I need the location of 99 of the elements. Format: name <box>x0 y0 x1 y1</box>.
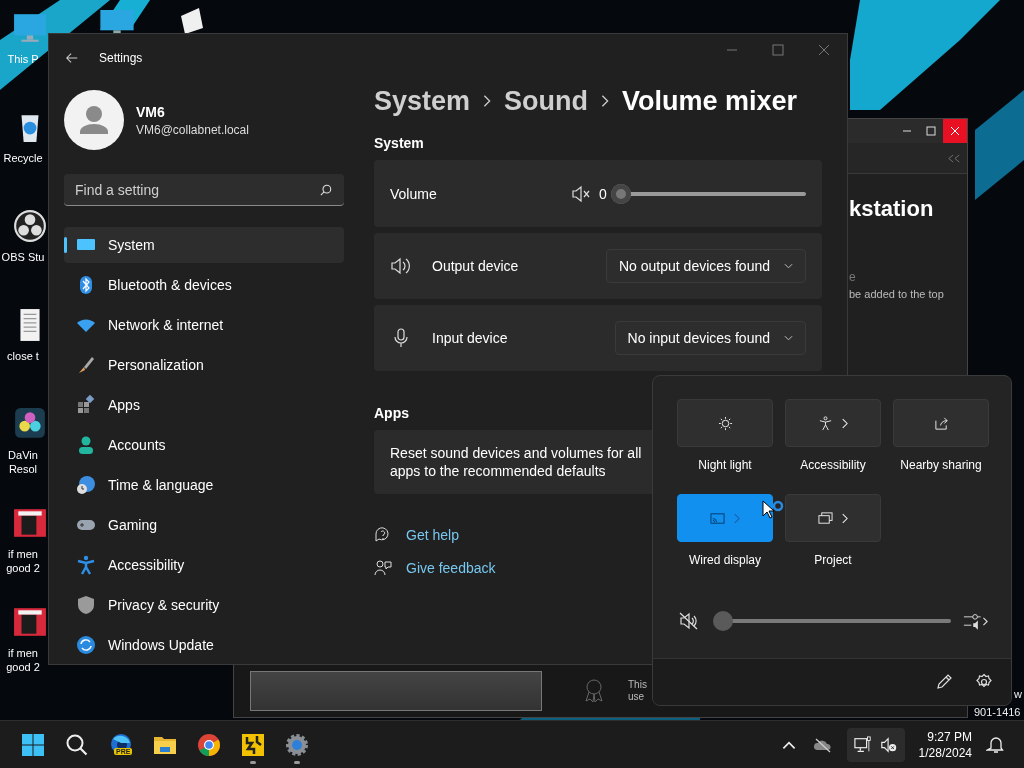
window-title: Settings <box>99 51 143 65</box>
page-title: Volume mixer <box>622 85 798 117</box>
nav-icon <box>76 435 96 455</box>
nav-item[interactable]: Accounts <box>64 427 344 463</box>
tile-icon <box>717 415 733 431</box>
nav-item[interactable]: Personalization <box>64 347 344 383</box>
quick-tile[interactable] <box>785 399 881 447</box>
feedback-icon <box>374 559 392 577</box>
speaker-icon <box>390 256 412 276</box>
tile-label: Accessibility <box>800 458 866 472</box>
section-heading: System <box>374 135 425 151</box>
app-icon[interactable] <box>13 408 47 440</box>
image-icon[interactable] <box>13 507 47 539</box>
speaker-icon[interactable] <box>679 611 699 631</box>
nav-icon <box>76 635 96 655</box>
image-icon[interactable] <box>13 606 47 638</box>
nav-item[interactable]: Apps <box>64 387 344 423</box>
nav-item[interactable]: System <box>64 227 344 263</box>
back-icon[interactable] <box>65 51 79 65</box>
chevron-icon <box>482 94 493 108</box>
setting-label: Input device <box>432 330 509 346</box>
slider-thumb[interactable] <box>611 183 631 204</box>
notification-bell-icon[interactable] <box>986 735 1006 754</box>
tile-icon <box>818 510 833 526</box>
nav-item[interactable]: Privacy & security <box>64 587 344 623</box>
breadcrumb-link[interactable]: System <box>374 85 471 117</box>
sound-mixer-icon[interactable] <box>963 612 989 630</box>
start-icon[interactable] <box>21 732 45 757</box>
monitor-icon[interactable] <box>97 10 137 34</box>
reset-description: Reset sound devices and volumes for all apps to the recommended defaults <box>390 444 643 480</box>
speaker-muted-icon <box>878 735 899 754</box>
desktop-icon-label[interactable]: if men good 2 <box>6 646 40 674</box>
settings-icon[interactable] <box>285 732 309 757</box>
volume-slider[interactable] <box>613 183 806 204</box>
caret-icon <box>784 263 793 269</box>
search-icon[interactable] <box>320 184 332 196</box>
desktop-icon-label[interactable]: DaVin Resol <box>8 448 38 476</box>
award-icon <box>582 678 606 704</box>
link[interactable]: Get help <box>406 527 459 543</box>
chevron-icon <box>600 94 611 108</box>
clock-button[interactable]: 9:27 PM 1/28/2024 <box>918 728 972 761</box>
section-heading: Apps <box>374 405 410 421</box>
nav-icon <box>76 555 96 575</box>
desktop-icon-label[interactable]: OBS Stu <box>1 250 45 264</box>
nav-item[interactable]: Gaming <box>64 507 344 543</box>
quick-tile[interactable] <box>677 494 773 542</box>
tile-icon <box>818 415 833 431</box>
user-email: VM6@collabnet.local <box>136 122 249 137</box>
quick-tile[interactable] <box>785 494 881 542</box>
setting-label: Output device <box>432 258 520 274</box>
text-fragment: e <box>849 270 856 284</box>
footer-text: This use <box>628 679 647 703</box>
quick-tile[interactable] <box>677 399 773 447</box>
slider-thumb[interactable] <box>713 611 733 631</box>
setting-label: Volume <box>390 185 438 202</box>
nav-item[interactable]: Bluetooth & devices <box>64 267 344 303</box>
quick-tile[interactable] <box>893 399 989 447</box>
user-name: VM6 <box>136 103 166 120</box>
nav-icon <box>76 355 96 375</box>
help-icon <box>374 526 392 544</box>
desktop-text: w <box>1014 688 1022 700</box>
desktop-icon-label[interactable]: Recycle <box>3 151 43 165</box>
description-text: be added to the top <box>849 288 944 300</box>
volume-reading: 0 <box>599 185 608 202</box>
desktop-icon-label[interactable]: if men good 2 <box>6 547 40 575</box>
tile-icon <box>710 510 725 526</box>
chrome-icon[interactable] <box>197 732 221 757</box>
nav-item[interactable]: Time & language <box>64 467 344 503</box>
desktop-icon-label[interactable]: close t <box>7 349 39 363</box>
close-icon[interactable] <box>943 119 967 143</box>
speaker-icon[interactable] <box>571 183 591 204</box>
page-heading: kstation <box>849 196 934 222</box>
link[interactable]: Give feedback <box>406 560 496 576</box>
caret-icon <box>784 335 793 341</box>
device-dropdown[interactable]: No output devices found <box>606 249 806 283</box>
device-dropdown[interactable]: No input devices found <box>614 321 806 355</box>
nav-item[interactable]: Network & internet <box>64 307 344 343</box>
tile-label: Wired display <box>689 553 761 567</box>
tile-icon <box>933 415 949 431</box>
nav-icon <box>76 595 96 615</box>
network-volume-button[interactable] <box>846 727 905 762</box>
desktop-text: 901-1416 <box>974 706 1021 718</box>
search-icon[interactable] <box>65 732 89 757</box>
volume-slider[interactable] <box>715 611 951 631</box>
avatar-icon[interactable] <box>64 90 124 150</box>
app-icon[interactable] <box>241 732 265 757</box>
edit-icon[interactable] <box>935 673 953 691</box>
nav-icon <box>76 395 96 415</box>
nav-item[interactable]: Accessibility <box>64 547 344 583</box>
nav-icon <box>76 475 96 495</box>
collapse-icon[interactable] <box>947 153 961 163</box>
tile-label: Night light <box>698 458 752 472</box>
network-icon <box>852 735 873 754</box>
monitor-icon[interactable] <box>13 12 47 44</box>
search-field[interactable]: Find a setting <box>64 174 344 206</box>
tile-label: Project <box>814 553 852 567</box>
breadcrumb-link[interactable]: Sound <box>504 85 589 117</box>
tile-label: Nearby sharing <box>900 458 982 472</box>
nav-item[interactable]: Windows Update <box>64 627 344 663</box>
